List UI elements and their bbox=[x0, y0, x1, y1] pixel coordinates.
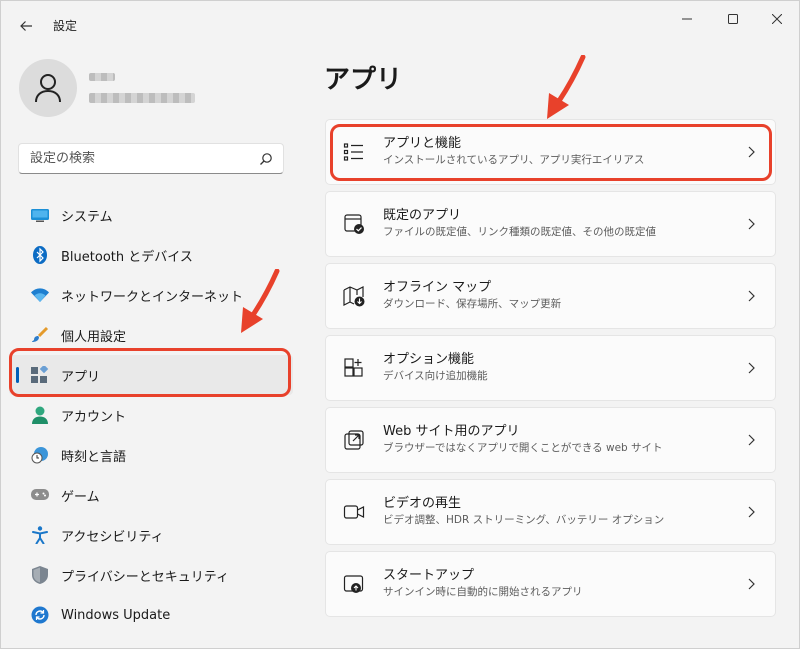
brush-icon bbox=[31, 326, 49, 344]
window-title: 設定 bbox=[53, 19, 78, 33]
sidebar-item-label: アクセシビリティ bbox=[61, 529, 164, 545]
highlight-box-apps-nav bbox=[9, 348, 291, 397]
card-default-apps[interactable]: 既定のアプリファイルの既定値、リンク種類の既定値、その他の既定値 bbox=[325, 191, 776, 257]
person-placeholder-icon bbox=[35, 74, 61, 103]
update-icon bbox=[31, 606, 49, 624]
highlight-box-apps-features bbox=[330, 124, 772, 181]
card-subtitle: ブラウザーではなくアプリで開くことができる web サイト bbox=[383, 442, 663, 454]
startup-icon bbox=[343, 575, 364, 593]
sidebar-item-windows-update[interactable]: Windows Update bbox=[9, 595, 293, 635]
card-optional-features[interactable]: オプション機能デバイス向け追加機能 bbox=[325, 335, 776, 401]
back-arrow-icon bbox=[20, 21, 32, 31]
sidebar-item-label: システム bbox=[61, 209, 113, 225]
sidebar-item-accessibility[interactable]: アクセシビリティ bbox=[9, 515, 293, 555]
card-title: オフライン マップ bbox=[383, 280, 492, 295]
chevron-right-icon bbox=[748, 578, 755, 590]
card-subtitle: ダウンロード、保存場所、マップ更新 bbox=[383, 298, 562, 310]
card-apps-for-websites[interactable]: Web サイト用のアプリブラウザーではなくアプリで開くことができる web サイ… bbox=[325, 407, 776, 473]
wifi-icon bbox=[31, 286, 49, 304]
maximize-icon bbox=[728, 14, 738, 24]
card-startup[interactable]: スタートアップサインイン時に自動的に開始されるアプリ bbox=[325, 551, 776, 617]
title-bar: 設定 bbox=[1, 1, 800, 47]
card-subtitle: ビデオ調整、HDR ストリーミング、バッテリー オプション bbox=[383, 514, 665, 526]
close-button[interactable] bbox=[755, 7, 799, 31]
profile-email-redacted bbox=[89, 93, 195, 103]
card-video-playback[interactable]: ビデオの再生ビデオ調整、HDR ストリーミング、バッテリー オプション bbox=[325, 479, 776, 545]
chevron-right-icon bbox=[748, 434, 755, 446]
video-icon bbox=[343, 505, 365, 519]
monitor-icon bbox=[31, 206, 49, 224]
card-title: ビデオの再生 bbox=[383, 496, 462, 511]
sidebar-item-accounts[interactable]: アカウント bbox=[9, 395, 293, 435]
sidebar-item-label: プライバシーとセキュリティ bbox=[61, 569, 229, 585]
card-title: オプション機能 bbox=[383, 352, 475, 367]
chevron-right-icon bbox=[748, 218, 755, 230]
accessibility-icon bbox=[31, 526, 49, 544]
card-title: スタートアップ bbox=[383, 568, 475, 583]
settings-card-list: アプリと機能 インストールされているアプリ、アプリ実行エイリアス 既定のアプリ ファ… bbox=[325, 119, 776, 623]
sidebar-item-label: ネットワークとインターネット bbox=[61, 289, 244, 305]
person-icon bbox=[31, 406, 49, 424]
annotation-arrow-icon bbox=[241, 269, 280, 333]
card-subtitle: ファイルの既定値、リンク種類の既定値、その他の既定値 bbox=[383, 226, 656, 238]
back-button[interactable] bbox=[13, 13, 39, 39]
minimize-icon bbox=[682, 18, 692, 20]
search-input[interactable] bbox=[19, 151, 249, 166]
web-app-icon bbox=[344, 430, 364, 450]
avatar[interactable] bbox=[19, 59, 77, 117]
sidebar-item-label: 時刻と言語 bbox=[61, 449, 127, 465]
sidebar-item-label: アカウント bbox=[61, 409, 127, 425]
sidebar-item-label: Bluetooth とデバイス bbox=[61, 249, 193, 265]
card-subtitle: サインイン時に自動的に開始されるアプリ bbox=[383, 586, 583, 598]
clock-globe-icon bbox=[31, 446, 49, 464]
offline-map-icon bbox=[343, 286, 365, 307]
optional-features-icon bbox=[344, 358, 363, 377]
card-offline-maps[interactable]: オフライン マップダウンロード、保存場所、マップ更新 bbox=[325, 263, 776, 329]
page-title: アプリ bbox=[324, 65, 403, 95]
sidebar-item-label: 個人用設定 bbox=[61, 329, 127, 345]
settings-window: 設定 システム Bluetooth とデバイス ネットワークとインターネット bbox=[0, 0, 800, 649]
chevron-right-icon bbox=[748, 506, 755, 518]
chevron-right-icon bbox=[748, 362, 755, 374]
bluetooth-icon bbox=[31, 246, 49, 264]
search-icon[interactable] bbox=[259, 152, 273, 166]
maximize-button[interactable] bbox=[711, 7, 755, 31]
gamepad-icon bbox=[31, 486, 49, 504]
card-subtitle: デバイス向け追加機能 bbox=[383, 370, 488, 382]
profile-name-redacted bbox=[89, 73, 115, 81]
sidebar-item-label: Windows Update bbox=[61, 607, 171, 623]
search-box[interactable] bbox=[18, 143, 284, 174]
sidebar-item-time-language[interactable]: 時刻と言語 bbox=[9, 435, 293, 475]
sidebar-item-privacy-security[interactable]: プライバシーとセキュリティ bbox=[9, 555, 293, 595]
chevron-right-icon bbox=[748, 290, 755, 302]
sidebar-nav: システム Bluetooth とデバイス ネットワークとインターネット 個人用設… bbox=[9, 195, 293, 635]
sidebar-item-label: ゲーム bbox=[61, 489, 100, 505]
annotation-arrow-icon bbox=[547, 55, 586, 119]
card-title: 既定のアプリ bbox=[383, 208, 462, 223]
close-icon bbox=[772, 14, 782, 24]
shield-icon bbox=[31, 566, 49, 584]
card-title: Web サイト用のアプリ bbox=[383, 424, 520, 439]
minimize-button[interactable] bbox=[665, 7, 709, 31]
sidebar-item-system[interactable]: システム bbox=[9, 195, 293, 235]
default-apps-icon bbox=[344, 214, 364, 234]
sidebar-item-gaming[interactable]: ゲーム bbox=[9, 475, 293, 515]
